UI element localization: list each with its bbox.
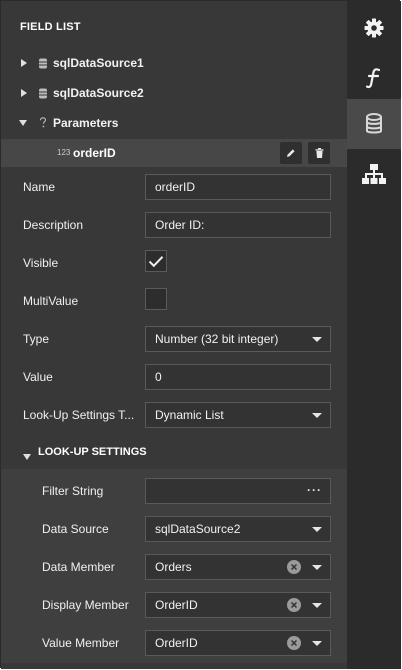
name-value: orderID (155, 180, 196, 194)
name-field[interactable]: orderID (145, 174, 331, 200)
lookup-type-select[interactable]: Dynamic List (145, 402, 331, 428)
checkmark-icon (148, 255, 164, 267)
database-icon (38, 57, 48, 69)
data-member-label: Data Member (42, 560, 115, 574)
data-member-select[interactable]: Orders (145, 554, 331, 580)
dropdown-arrow-icon[interactable] (312, 603, 322, 608)
parameter-question-icon (38, 117, 48, 129)
description-field[interactable]: Order ID: (145, 212, 331, 238)
tree-item-label: sqlDataSource2 (53, 86, 144, 100)
pencil-icon (287, 149, 295, 157)
type-value: Number (32 bit integer) (155, 332, 279, 346)
description-label: Description (23, 218, 84, 232)
tab-expressions[interactable] (347, 53, 401, 103)
tree-item-sqldatasource1[interactable]: sqlDataSource1 (1, 49, 347, 77)
dropdown-arrow-icon[interactable] (312, 565, 322, 570)
gear-icon (364, 18, 384, 38)
number-type-icon: 123 (57, 148, 71, 157)
expand-arrow-icon[interactable] (19, 88, 29, 98)
trash-icon (315, 148, 323, 158)
data-member-value: Orders (155, 560, 192, 574)
value-member-value: OrderID (155, 636, 198, 650)
field-list-panel: FIELD LIST sqlDataSource1 sqlDataSource2 (1, 1, 347, 669)
data-source-value: sqlDataSource2 (155, 522, 241, 536)
dropdown-arrow-icon[interactable] (312, 527, 322, 532)
panel-title: FIELD LIST (20, 21, 81, 33)
multivalue-label: MultiValue (23, 294, 79, 308)
description-value: Order ID: (155, 218, 205, 232)
clear-icon[interactable] (287, 598, 301, 612)
visible-label: Visible (23, 256, 59, 270)
display-member-label: Display Member (42, 598, 129, 612)
filter-string-label: Filter String (42, 484, 104, 498)
lookup-settings-header[interactable]: LOOK-UP SETTINGS (1, 441, 347, 465)
tab-properties[interactable] (347, 3, 401, 53)
value-label: Value (23, 370, 53, 384)
designer-sidebar (347, 1, 401, 669)
type-label: Type (23, 332, 50, 346)
dropdown-arrow-icon[interactable] (312, 641, 322, 646)
display-member-value: OrderID (155, 598, 198, 612)
tree-item-label: sqlDataSource1 (53, 56, 144, 70)
tab-field-list[interactable] (347, 99, 401, 149)
visible-checkbox[interactable] (145, 250, 167, 272)
delete-parameter-button[interactable] (308, 142, 330, 164)
lookup-type-value: Dynamic List (155, 408, 224, 422)
database-icon (366, 113, 382, 134)
filter-string-field[interactable]: ··· (145, 478, 331, 504)
value-member-label: Value Member (42, 636, 120, 650)
multivalue-checkbox[interactable] (145, 288, 167, 310)
clear-icon[interactable] (287, 560, 301, 574)
display-member-select[interactable]: OrderID (145, 592, 331, 618)
data-source-label: Data Source (42, 522, 109, 536)
tree-item-parameters[interactable]: Parameters (1, 109, 347, 137)
data-source-select[interactable]: sqlDataSource2 (145, 516, 331, 542)
clear-icon[interactable] (287, 636, 301, 650)
tree-item-label: Parameters (53, 116, 119, 130)
tab-report-explorer[interactable] (347, 149, 401, 199)
hierarchy-icon (362, 164, 386, 184)
value-member-select[interactable]: OrderID (145, 630, 331, 656)
collapse-arrow-icon[interactable] (18, 118, 28, 128)
lookup-settings-title: LOOK-UP SETTINGS (38, 446, 147, 458)
value-field[interactable]: 0 (145, 364, 331, 390)
parameter-label: orderID (73, 146, 116, 160)
name-label: Name (23, 180, 56, 194)
function-icon (365, 68, 381, 89)
dropdown-arrow-icon[interactable] (312, 413, 322, 418)
database-icon (38, 87, 48, 99)
dropdown-arrow-icon[interactable] (312, 337, 322, 342)
collapse-arrow-icon[interactable] (23, 449, 31, 463)
expand-arrow-icon[interactable] (19, 58, 29, 68)
lookup-type-label: Look-Up Settings T... (23, 408, 135, 422)
tree-item-sqldatasource2[interactable]: sqlDataSource2 (1, 79, 347, 107)
value-value: 0 (155, 370, 162, 384)
type-select[interactable]: Number (32 bit integer) (145, 326, 331, 352)
ellipsis-button[interactable]: ··· (307, 484, 322, 496)
edit-parameter-button[interactable] (280, 142, 302, 164)
report-designer-frame: FIELD LIST sqlDataSource1 sqlDataSource2 (0, 0, 401, 669)
parameter-row-selected[interactable]: 123 orderID (1, 139, 347, 167)
